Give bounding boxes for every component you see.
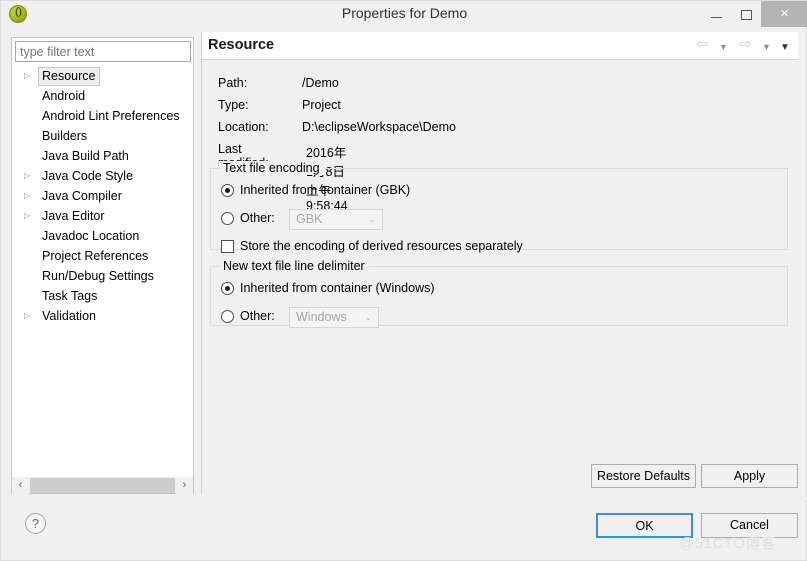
delimiter-combo[interactable]: Windows ⌄ xyxy=(289,307,379,328)
title-bar: Properties for Demo × xyxy=(1,1,807,27)
settings-tree[interactable]: ▷ Resource Android Android Lint Preferences… xyxy=(12,66,193,466)
scroll-left-icon[interactable]: ‹ xyxy=(12,477,29,494)
footer-separator xyxy=(1,498,807,499)
expand-arrow-icon[interactable]: ▷ xyxy=(24,166,34,186)
sidebar-item-label: Android Lint Preferences xyxy=(42,109,180,123)
sidebar-item-label: Java Compiler xyxy=(42,189,122,203)
minimize-icon xyxy=(710,16,722,18)
content-body: Path: /Demo Type: Project Location: D:\e… xyxy=(201,60,798,494)
sidebar-item-label: Project References xyxy=(42,249,149,263)
sidebar-item-task-tags[interactable]: Task Tags xyxy=(12,286,193,306)
property-value: D:\eclipseWorkspace\Demo xyxy=(302,120,456,134)
sidebar-item-javadoc-location[interactable]: Javadoc Location xyxy=(12,226,193,246)
store-encoding-label: Store the encoding of derived resources … xyxy=(240,239,523,253)
window-title: Properties for Demo xyxy=(341,5,468,21)
content-panel: Resource ⇦ ▼ ⇨ ▼ ▼ Path: /Demo Type: Pro… xyxy=(201,32,798,494)
delimiter-combo-value: Windows xyxy=(296,310,347,324)
property-value: Project xyxy=(302,98,341,112)
store-encoding-row[interactable]: Store the encoding of derived resources … xyxy=(221,239,651,257)
properties-dialog: Properties for Demo × ▷ResourceAndroidAn… xyxy=(0,0,807,561)
sidebar-item-label: Run/Debug Settings xyxy=(42,269,154,283)
sidebar-item-validation[interactable]: ▷ Validation xyxy=(12,306,193,326)
sidebar-item-label: Validation xyxy=(42,309,96,323)
view-menu-chevron-down-icon[interactable]: ▼ xyxy=(780,41,790,54)
sidebar-item-resource[interactable]: ▷ Resource xyxy=(12,66,193,86)
maximize-icon xyxy=(740,9,752,20)
store-encoding-checkbox[interactable] xyxy=(221,240,234,253)
sidebar-item-label: Java Editor xyxy=(42,209,105,223)
sidebar-item-project-references[interactable]: Project References xyxy=(12,246,193,266)
apply-button[interactable]: Apply xyxy=(701,464,798,488)
close-button[interactable]: × xyxy=(761,1,807,27)
watermark: @51CTO博客 xyxy=(679,535,777,552)
expand-arrow-icon[interactable]: ▷ xyxy=(24,186,34,206)
sidebar-item-builders[interactable]: Builders xyxy=(12,126,193,146)
tree-horizontal-scrollbar[interactable]: ‹ › xyxy=(12,476,193,494)
encoding-inherited-label: Inherited from container (GBK) xyxy=(240,183,411,197)
delimiter-other-row[interactable]: Other: Windows ⌄ xyxy=(221,307,421,329)
sidebar-item-java-editor[interactable]: ▷ Java Editor xyxy=(12,206,193,226)
sidebar-item-android-lint-preferences[interactable]: Android Lint Preferences xyxy=(12,106,193,126)
minimize-button[interactable] xyxy=(701,1,731,27)
back-dropdown-icon[interactable]: ▼ xyxy=(719,41,728,54)
encoding-combo-value: GBK xyxy=(296,212,323,226)
scrollbar-thumb[interactable] xyxy=(30,478,175,493)
sidebar-item-run-debug-settings[interactable]: Run/Debug Settings xyxy=(12,266,193,286)
content-header: Resource ⇦ ▼ ⇨ ▼ ▼ xyxy=(201,32,798,60)
property-value: /Demo xyxy=(302,76,339,90)
delimiter-inherited-row[interactable]: Inherited from container (Windows) xyxy=(221,281,651,299)
filter-input[interactable] xyxy=(15,41,191,62)
encoding-inherited-row[interactable]: Inherited from container (GBK) xyxy=(221,183,651,201)
group-legend: Text file encoding xyxy=(219,161,324,175)
sidebar-item-java-build-path[interactable]: Java Build Path xyxy=(12,146,193,166)
back-arrow-icon[interactable]: ⇦ xyxy=(696,37,709,52)
forward-dropdown-icon[interactable]: ▼ xyxy=(762,41,771,54)
property-label: Type: xyxy=(218,98,249,112)
expand-arrow-icon[interactable]: ▷ xyxy=(24,306,34,326)
encoding-other-radio[interactable] xyxy=(221,212,234,225)
delimiter-inherited-label: Inherited from container (Windows) xyxy=(240,281,435,295)
encoding-other-row[interactable]: Other: GBK ⌄ xyxy=(221,209,421,231)
help-icon[interactable]: ? xyxy=(25,513,46,534)
sidebar-item-label: Android xyxy=(42,89,86,103)
sidebar-item-label: Java Build Path xyxy=(42,149,129,163)
delimiter-other-label: Other: xyxy=(240,309,275,323)
encoding-inherited-radio[interactable] xyxy=(221,184,234,197)
sidebar-item-label: Task Tags xyxy=(42,289,98,303)
sidebar-item-java-code-style[interactable]: ▷ Java Code Style xyxy=(12,166,193,186)
sidebar-item-label: Builders xyxy=(42,129,88,143)
restore-defaults-button[interactable]: Restore Defaults xyxy=(591,464,696,488)
page-title: Resource xyxy=(208,37,275,53)
sidebar-item-java-compiler[interactable]: ▷ Java Compiler xyxy=(12,186,193,206)
settings-tree-panel: ▷ResourceAndroidAndroid Lint Preferences… xyxy=(11,37,194,494)
line-delimiter-group: New text file line delimiter Inherited f… xyxy=(210,259,788,329)
expand-arrow-icon[interactable]: ▷ xyxy=(24,66,34,86)
expand-arrow-icon[interactable]: ▷ xyxy=(24,206,34,226)
encoding-other-label: Other: xyxy=(240,211,275,225)
sidebar-item-android[interactable]: Android xyxy=(12,86,193,106)
property-label: Location: xyxy=(218,120,269,134)
sidebar-item-label: Javadoc Location xyxy=(42,229,140,243)
sidebar-item-label: Resource xyxy=(38,67,100,86)
group-legend: New text file line delimiter xyxy=(219,259,369,273)
chevron-down-icon: ⌄ xyxy=(364,312,372,322)
scroll-right-icon[interactable]: › xyxy=(176,477,193,494)
sidebar-item-label: Java Code Style xyxy=(42,169,134,183)
delimiter-inherited-radio[interactable] xyxy=(221,282,234,295)
delimiter-other-radio[interactable] xyxy=(221,310,234,323)
chevron-down-icon: ⌄ xyxy=(368,214,376,224)
text-file-encoding-group: Text file encoding Inherited from contai… xyxy=(210,161,788,253)
maximize-button[interactable] xyxy=(731,1,761,27)
forward-arrow-icon[interactable]: ⇨ xyxy=(739,37,752,52)
property-label: Path: xyxy=(218,76,248,90)
encoding-combo[interactable]: GBK ⌄ xyxy=(289,209,383,230)
